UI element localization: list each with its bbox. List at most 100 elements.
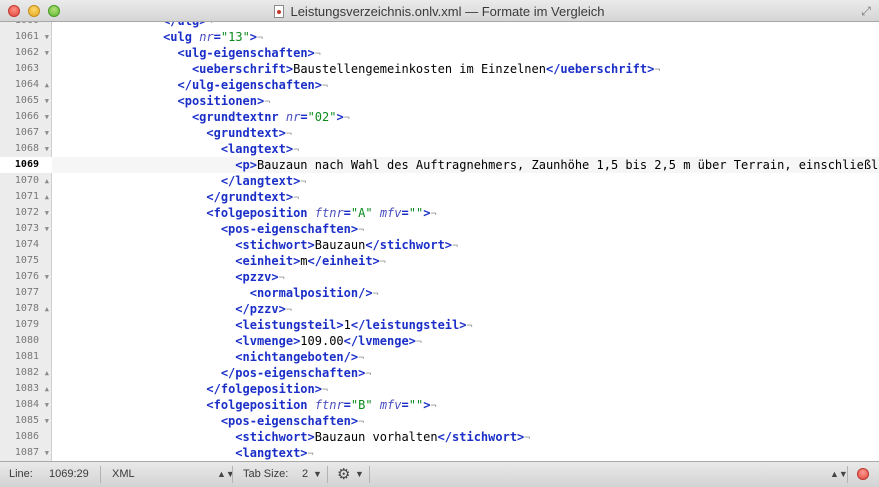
xml-attribute-token: nr — [285, 110, 301, 124]
xml-value-token: "A" — [350, 206, 373, 220]
text-content-token: 109.00 — [300, 334, 344, 348]
fold-open-icon[interactable]: ▼ — [45, 221, 49, 237]
line-number: 1086 — [14, 431, 39, 442]
code-line[interactable]: <pzzv>¬ — [52, 269, 879, 285]
line-ending-marker: ¬ — [293, 145, 300, 156]
code-line[interactable]: <stichwort>Bauzaun vorhalten</stichwort>… — [52, 429, 879, 445]
xml-tag-token: </pzzv> — [235, 302, 286, 316]
code-line[interactable]: <folgeposition ftnr="A" mfv="">¬ — [52, 205, 879, 221]
tab-size-chevron-icon[interactable]: ▼ — [313, 462, 322, 487]
line-number: 1084 — [14, 399, 39, 410]
xml-tag-token: <nichtangeboten/> — [235, 350, 359, 364]
line-number-row: 1076 ▼ — [0, 269, 52, 285]
line-number-row: 1063 — [0, 61, 52, 77]
xml-value-token: "13" — [220, 30, 250, 44]
code-line[interactable]: </pzzv>¬ — [52, 301, 879, 317]
fold-open-icon[interactable]: ▼ — [45, 109, 49, 125]
fold-close-icon[interactable]: ▲ — [45, 365, 49, 381]
fold-open-icon[interactable]: ▼ — [45, 445, 49, 461]
code-line[interactable]: <nichtangeboten/>¬ — [52, 349, 879, 365]
xml-tag-token: </folgeposition> — [206, 382, 322, 396]
line-number: 1065 — [14, 95, 39, 106]
code-line[interactable]: </ulg>¬ — [52, 22, 879, 29]
code-line[interactable]: <ueberschrift>Baustellengemeinkosten im … — [52, 61, 879, 77]
code-editor[interactable]: 10601061▼1062▼10631064▲1065▼1066▼1067▼10… — [0, 22, 879, 461]
xml-value-token: "02" — [307, 110, 337, 124]
fold-close-icon[interactable]: ▲ — [45, 381, 49, 397]
xml-tag-token: <pos-eigenschaften> — [220, 222, 359, 236]
xml-tag-token: <grundtextnr — [191, 110, 286, 124]
gear-chevron-icon[interactable]: ▼ — [355, 462, 364, 487]
line-number-row: 1087 ▼ — [0, 445, 52, 461]
fold-open-icon[interactable]: ▼ — [45, 269, 49, 285]
fold-open-icon[interactable]: ▼ — [45, 141, 49, 157]
xml-tag-token: <langtext> — [235, 446, 308, 460]
code-line[interactable]: <lvmenge>109.00</lvmenge>¬ — [52, 333, 879, 349]
record-icon[interactable] — [857, 468, 869, 480]
xml-tag-token: </ulg-eigenschaften> — [177, 78, 323, 92]
code-line[interactable]: <ulg nr="13">¬ — [52, 29, 879, 45]
text-content-token: 1 — [343, 318, 351, 332]
code-line[interactable]: <p>Bauzaun nach Wahl des Auftragnehmers,… — [52, 157, 879, 173]
code-line[interactable]: <leistungsteil>1</leistungsteil>¬ — [52, 317, 879, 333]
line-number: 1063 — [14, 63, 39, 74]
code-line[interactable]: </folgeposition>¬ — [52, 381, 879, 397]
line-ending-marker: ¬ — [278, 273, 285, 284]
fold-open-icon[interactable]: ▼ — [45, 45, 49, 61]
fold-close-icon[interactable]: ▲ — [45, 77, 49, 93]
code-line[interactable]: <pos-eigenschaften>¬ — [52, 413, 879, 429]
code-line[interactable]: <normalposition/>¬ — [52, 285, 879, 301]
line-ending-marker: ¬ — [358, 225, 365, 236]
code-line[interactable]: <ulg-eigenschaften>¬ — [52, 45, 879, 61]
fold-open-icon[interactable]: ▼ — [45, 413, 49, 429]
line-ending-marker: ¬ — [415, 337, 422, 348]
code-line[interactable]: <folgeposition ftnr="B" mfv="">¬ — [52, 397, 879, 413]
fold-open-icon[interactable]: ▼ — [45, 205, 49, 221]
line-ending-marker: ¬ — [300, 177, 307, 188]
language-selector[interactable]: XML — [112, 462, 135, 487]
line-number: 1087 — [14, 447, 39, 458]
fold-close-icon[interactable]: ▲ — [45, 189, 49, 205]
code-line[interactable]: <langtext>¬ — [52, 141, 879, 157]
fold-open-icon[interactable]: ▼ — [45, 29, 49, 45]
line-number-row: 1075 — [0, 253, 52, 269]
fold-open-icon[interactable]: ▼ — [45, 397, 49, 413]
line-number-row: 1084 ▼ — [0, 397, 52, 413]
line-ending-marker: ¬ — [314, 49, 321, 60]
line-number: 1067 — [14, 127, 39, 138]
code-line[interactable]: <grundtextnr nr="02">¬ — [52, 109, 879, 125]
tab-size-value[interactable]: 2 — [302, 462, 308, 487]
code-line[interactable]: <stichwort>Bauzaun</stichwort>¬ — [52, 237, 879, 253]
fold-open-icon[interactable]: ▼ — [45, 125, 49, 141]
code-line[interactable]: <pos-eigenschaften>¬ — [52, 221, 879, 237]
line-number-row: 1067 ▼ — [0, 125, 52, 141]
code-line[interactable]: <langtext>¬ — [52, 445, 879, 461]
line-number: 1060 — [15, 22, 39, 29]
symbol-chevron-icon[interactable]: ▲▼ — [830, 462, 848, 487]
code-line[interactable]: </ulg-eigenschaften>¬ — [52, 77, 879, 93]
line-number: 1083 — [14, 383, 39, 394]
code-line[interactable]: <positionen>¬ — [52, 93, 879, 109]
fullscreen-icon[interactable]: ⤢ — [859, 4, 873, 18]
tab-size-label: Tab Size: — [243, 468, 289, 480]
xml-tag-token: </langtext> — [220, 174, 301, 188]
line-ending-marker: ¬ — [358, 353, 365, 364]
code-line[interactable]: <einheit>m</einheit>¬ — [52, 253, 879, 269]
xml-tag-token: = — [213, 30, 221, 44]
code-text-area[interactable]: </ulg>¬<ulg nr="13">¬<ulg-eigenschaften>… — [52, 22, 879, 461]
gear-icon[interactable]: ⚙ — [337, 462, 350, 487]
line-number: 1069 — [14, 159, 39, 170]
code-line[interactable]: <grundtext>¬ — [52, 125, 879, 141]
code-line[interactable]: </pos-eigenschaften>¬ — [52, 365, 879, 381]
fold-close-icon[interactable]: ▲ — [45, 173, 49, 189]
fold-open-icon[interactable]: ▼ — [45, 93, 49, 109]
editor-window: Leistungsverzeichnis.onlv.xml — Formate … — [0, 0, 879, 487]
code-line[interactable]: </langtext>¬ — [52, 173, 879, 189]
xml-tag-token: = — [401, 398, 409, 412]
status-divider — [327, 466, 328, 483]
status-divider — [369, 466, 370, 483]
xml-document-icon[interactable] — [274, 4, 285, 18]
xml-attribute-token: mfv — [379, 398, 402, 412]
fold-close-icon[interactable]: ▲ — [45, 301, 49, 317]
code-line[interactable]: </grundtext>¬ — [52, 189, 879, 205]
